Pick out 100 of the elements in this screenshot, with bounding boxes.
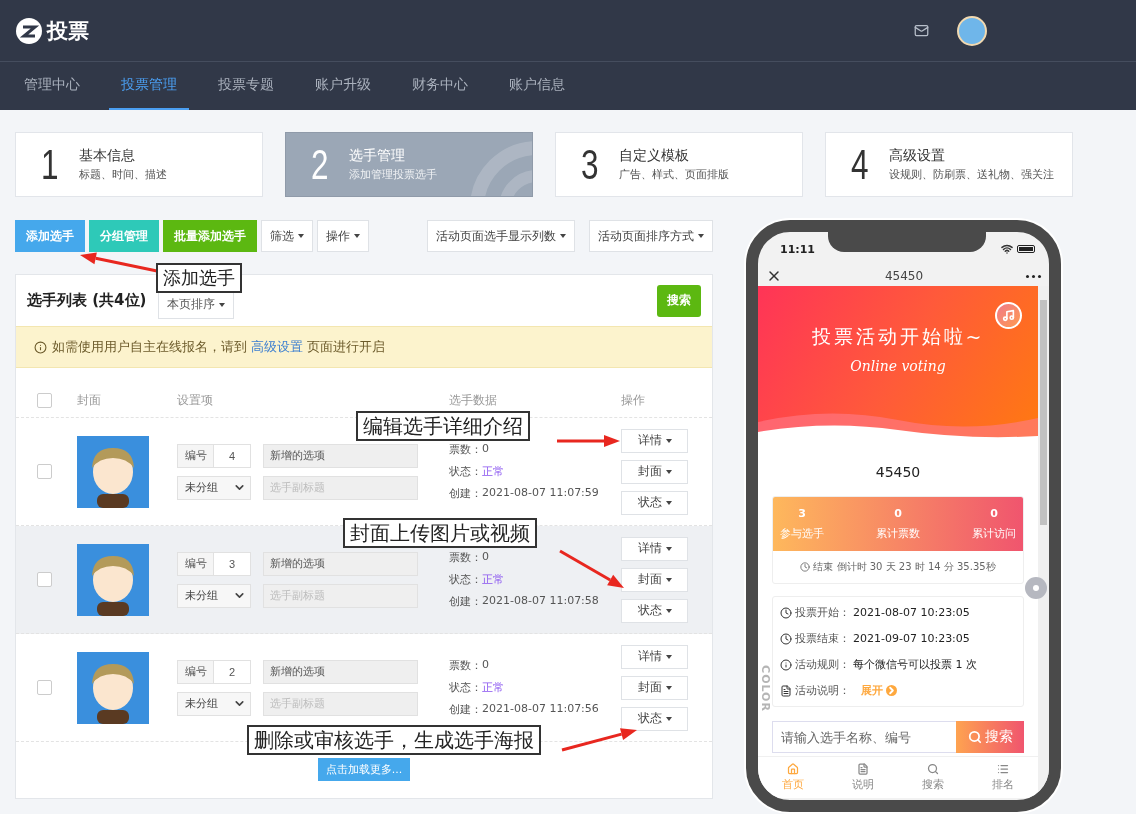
arrow <box>559 549 624 588</box>
status-time: 11:11 <box>780 242 815 256</box>
votes-label: 票数： <box>449 658 482 673</box>
nav-tab[interactable]: 账户升级 <box>303 62 383 110</box>
info-value: 每个微信号可以投票 1 次 <box>853 657 977 672</box>
callout: 封面上传图片或视频 <box>343 518 537 548</box>
callout: 添加选手 <box>156 263 242 293</box>
tab-bar-item[interactable]: 搜索 <box>922 757 944 798</box>
number-field[interactable]: 4 <box>214 443 251 468</box>
caret-icon <box>219 302 226 307</box>
step-tab[interactable]: 3 自定义模板 广告、样式、页面排版 <box>555 132 803 197</box>
checkbox[interactable] <box>37 572 52 587</box>
caret-icon <box>665 438 672 443</box>
caret-icon <box>665 654 672 659</box>
step-number: 3 <box>580 140 599 189</box>
action-dropdown[interactable]: 封面 <box>621 675 688 700</box>
scrollbar-thumb[interactable] <box>1040 300 1047 525</box>
votes-value: 0 <box>482 658 489 673</box>
name-field[interactable]: 新增的选项 <box>263 551 418 576</box>
chevron-icon <box>886 685 897 696</box>
action-dropdown[interactable]: 状态 <box>621 490 688 515</box>
caret-icon <box>665 500 672 505</box>
created-label: 创建： <box>449 702 482 717</box>
toolbar-dropdown[interactable]: 活动页面排序方式 <box>589 220 713 252</box>
caret-icon <box>665 685 672 690</box>
action-dropdown[interactable]: 详情 <box>621 644 688 669</box>
checkbox[interactable] <box>37 464 52 479</box>
clock-icon <box>780 632 792 645</box>
checkbox[interactable] <box>37 393 52 408</box>
banner-subtitle: Online voting <box>850 358 946 374</box>
group-select[interactable]: 未分组 <box>177 691 251 716</box>
search-icon <box>967 730 982 744</box>
page-title: 45450 <box>884 269 924 283</box>
nav-tab[interactable]: 投票管理 <box>109 62 189 110</box>
logo-text: 投票 <box>47 17 89 45</box>
status-value: 正常 <box>482 572 504 587</box>
status-label: 状态： <box>449 680 482 695</box>
action-dropdown[interactable]: 封面 <box>621 567 688 592</box>
toolbar-dropdown[interactable]: 筛选 <box>261 220 313 252</box>
caret-icon <box>665 546 672 551</box>
name-field[interactable]: 新增的选项 <box>263 659 418 684</box>
clock-icon <box>800 562 811 572</box>
action-dropdown[interactable]: 状态 <box>621 706 688 731</box>
info-icon <box>780 658 792 671</box>
tab-bar-item[interactable]: 说明 <box>852 757 874 798</box>
stat-value: 3 <box>798 507 806 520</box>
arrow <box>557 435 620 447</box>
number-field[interactable]: 2 <box>214 659 251 684</box>
step-tab[interactable]: 1 基本信息 标题、时间、描述 <box>15 132 263 197</box>
mail-icon[interactable] <box>914 23 929 38</box>
column-header: 封面 <box>77 392 102 409</box>
status-value: 正常 <box>482 464 504 479</box>
checkbox[interactable] <box>37 680 52 695</box>
number-field[interactable]: 3 <box>214 551 251 576</box>
action-dropdown[interactable]: 封面 <box>621 459 688 484</box>
info-label: 投票开始： <box>795 605 850 620</box>
document-icon <box>857 763 869 775</box>
close-icon[interactable] <box>766 268 782 284</box>
avatar[interactable] <box>957 15 987 46</box>
logo-icon <box>15 16 43 45</box>
tab-bar-item[interactable]: 排名 <box>992 757 1014 798</box>
caret-icon <box>560 234 566 238</box>
caret-icon <box>665 577 672 582</box>
name-field[interactable]: 新增的选项 <box>263 443 418 468</box>
clock-icon <box>780 606 792 619</box>
step-subtitle: 添加管理投票选手 <box>349 168 438 182</box>
action-dropdown[interactable]: 详情 <box>621 428 688 453</box>
nav-tab[interactable]: 财务中心 <box>400 62 480 110</box>
votes-value: 0 <box>482 442 489 457</box>
music-icon <box>1002 309 1015 322</box>
created-value: 2021-08-07 11:07:56 <box>482 702 599 717</box>
settings-link[interactable]: 高级设置 <box>251 339 304 354</box>
action-dropdown[interactable]: 详情 <box>621 536 688 561</box>
nav-tab[interactable]: 投票专题 <box>206 62 286 110</box>
action-dropdown[interactable]: 状态 <box>621 598 688 623</box>
side-label: COLOR <box>758 665 772 712</box>
more-icon[interactable] <box>1026 274 1041 278</box>
caret-icon <box>298 234 304 238</box>
wifi-icon <box>1001 243 1013 255</box>
created-label: 创建： <box>449 594 482 609</box>
step-title: 选手管理 <box>349 147 407 165</box>
info-label: 投票结束： <box>795 631 850 646</box>
step-subtitle: 设规则、防刷票、送礼物、强关注 <box>889 168 1055 182</box>
caret-icon <box>665 608 672 613</box>
search-field[interactable]: 请输入选手名称、编号 <box>772 721 956 753</box>
toolbar-dropdown[interactable]: 操作 <box>317 220 369 252</box>
caret-icon <box>665 716 672 721</box>
toolbar-dropdown[interactable]: 活动页面选手显示列数 <box>427 220 575 252</box>
column-header: 选手数据 <box>449 392 498 409</box>
document-icon <box>780 684 792 697</box>
group-select[interactable]: 未分组 <box>177 475 251 500</box>
votes-label: 票数： <box>449 442 482 457</box>
music-button[interactable] <box>995 302 1022 329</box>
info-label: 活动说明： <box>795 683 850 698</box>
nav-tab[interactable]: 管理中心 <box>12 62 92 110</box>
nav-tab[interactable]: 账户信息 <box>497 62 577 110</box>
group-select[interactable]: 未分组 <box>177 583 251 608</box>
callout: 编辑选手详细介绍 <box>356 411 530 441</box>
step-tab[interactable]: 4 高级设置 设规则、防刷票、送礼物、强关注 <box>825 132 1073 197</box>
list-icon <box>997 763 1009 775</box>
